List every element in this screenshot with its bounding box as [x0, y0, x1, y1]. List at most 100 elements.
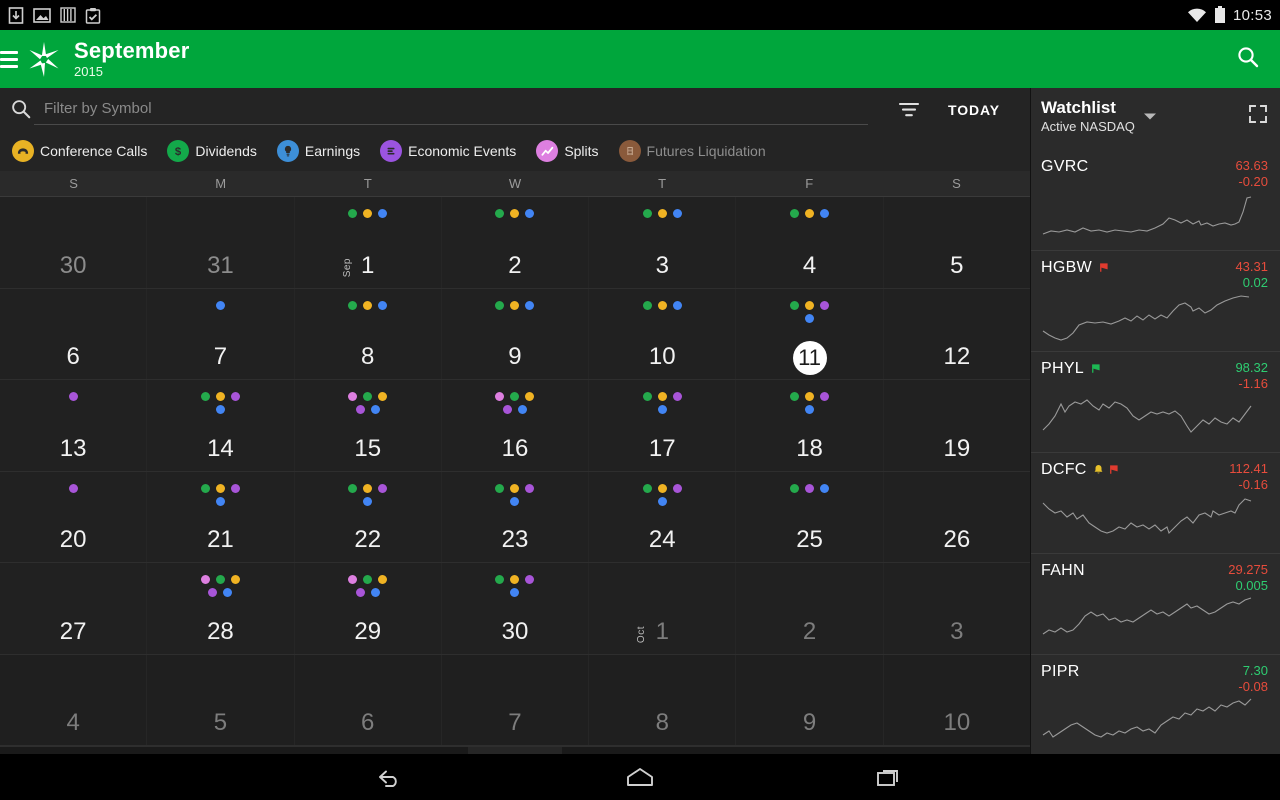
calendar-day-cell[interactable]: 30 [440, 563, 588, 654]
search-icon[interactable] [1236, 45, 1260, 74]
fullscreen-icon[interactable] [1248, 104, 1268, 129]
filter-sort-icon[interactable] [886, 101, 932, 119]
calendar-day-cell[interactable]: 23 [440, 471, 588, 562]
calendar-day-cell[interactable]: 6 [0, 289, 146, 380]
calendar-day-cell[interactable]: 31 [146, 197, 293, 288]
legend-label: Dividends [195, 143, 257, 159]
event-dot [510, 392, 520, 401]
home-icon[interactable] [615, 759, 665, 795]
day-number: 11 [736, 337, 882, 375]
legend-item-conference-calls[interactable]: Conference Calls [12, 140, 147, 162]
day-event-dots [295, 209, 441, 218]
legend-item-earnings[interactable]: Earnings [276, 140, 360, 162]
calendar-day-cell[interactable]: Oct 1 [588, 563, 735, 654]
watchlist-item[interactable]: FAHN 29.275 0.005 [1031, 554, 1280, 655]
calendar-day-cell[interactable]: 14 [146, 380, 293, 471]
calendar-day-cell[interactable]: 13 [0, 380, 146, 471]
legend-item-splits[interactable]: Splits [536, 140, 599, 162]
event-dot [363, 300, 373, 310]
day-number: 1 [655, 617, 669, 645]
calendar-day-cell[interactable]: 20 [0, 472, 146, 563]
calendar-day-cell[interactable]: 2 [440, 197, 588, 288]
watchlist-item[interactable]: GVRC 63.63 -0.20 [1031, 150, 1280, 251]
recents-icon[interactable] [865, 759, 915, 795]
calendar-day-cell[interactable]: 10 [882, 654, 1030, 745]
event-dot [657, 405, 667, 414]
calendar-day-cell[interactable]: 15 [293, 380, 441, 471]
calendar-day-cell[interactable]: 3 [588, 197, 735, 288]
calendar-day-cell[interactable]: 7 [146, 288, 293, 379]
calendar-day-cell[interactable]: 5 [146, 654, 293, 745]
day-number: 2 [508, 251, 522, 279]
calendar-day-cell[interactable]: 2 [735, 563, 882, 654]
chevron-down-icon[interactable] [1143, 108, 1157, 126]
filter-toolbar: TODAY [0, 88, 1030, 131]
watchlist-item[interactable]: PHYL 98.32 -1.16 [1031, 352, 1280, 453]
calendar-day-cell[interactable]: 22 [293, 471, 441, 562]
watchlist-last-price: 112.41 [1229, 461, 1268, 476]
watchlist-item[interactable]: DCFC 112.41 -0.16 [1031, 453, 1280, 554]
calendar-day-cell[interactable]: 21 [146, 471, 293, 562]
today-button[interactable]: TODAY [932, 102, 1030, 118]
weekday-label: T [658, 176, 667, 191]
day-number: 5 [950, 251, 964, 279]
event-dot [805, 300, 815, 310]
calendar-day-cell[interactable]: Sep 1 [293, 197, 441, 288]
day-event-dots [442, 300, 588, 310]
calendar-day-cell[interactable]: 25 [735, 471, 882, 562]
event-dot [820, 392, 830, 401]
calendar-day-cell[interactable]: 8 [588, 654, 735, 745]
calendar-day-cell[interactable]: 4 [735, 197, 882, 288]
calendar-day-cell[interactable]: 28 [146, 563, 293, 654]
calendar-day-cell[interactable]: 9 [735, 654, 882, 745]
hamburger-menu-icon[interactable] [0, 50, 18, 68]
search-icon[interactable] [10, 98, 34, 122]
day-event-dots [0, 392, 146, 401]
watchlist-item[interactable]: HGBW 43.31 0.02 [1031, 251, 1280, 352]
watchlist-items[interactable]: GVRC 63.63 -0.20 HGBW 43.31 0.02 PHYL 98.32 -1.1… [1031, 150, 1280, 800]
watchlist-sparkline [1042, 295, 1250, 341]
calendar-day-cell[interactable]: 5 [882, 197, 1030, 288]
back-icon[interactable] [365, 759, 415, 795]
search-input[interactable] [34, 94, 868, 125]
flag-icon [1092, 364, 1100, 373]
calendar-day-cell[interactable]: 29 [293, 563, 441, 654]
calendar-day-cell[interactable]: 26 [882, 471, 1030, 562]
calendar-day-cell[interactable]: 9 [440, 288, 588, 379]
event-dot [525, 209, 535, 218]
calendar-day-cell[interactable]: 12 [882, 288, 1030, 379]
calendar-day-cell[interactable]: 17 [588, 380, 735, 471]
calendar-day-cell[interactable]: 3 [882, 563, 1030, 654]
calendar-grid: 30 31 Sep 1 2 3 4 5 6 7 8 9 10 11 12 13 14 15 16 17 18 19 20 21… [0, 197, 1030, 746]
calendar-day-cell[interactable]: 16 [440, 380, 588, 471]
calendar-day-cell[interactable]: 4 [0, 655, 146, 746]
calendar-day-cell[interactable]: 27 [0, 563, 146, 654]
day-event-dots [147, 392, 293, 414]
calendar-day-cell[interactable]: 18 [735, 380, 882, 471]
watchlist-item-header: DCFC 112.41 -0.16 [1041, 461, 1268, 494]
watchlist-item-header: FAHN 29.275 0.005 [1041, 562, 1268, 595]
legend-item-dividends[interactable]: $ Dividends [167, 140, 257, 162]
calendar-day-cell[interactable]: 24 [588, 471, 735, 562]
calendar-day-cell[interactable]: 6 [293, 654, 441, 745]
day-event-dots [442, 209, 588, 218]
event-dot [363, 209, 373, 218]
legend-item-economic-events[interactable]: Economic Events [380, 140, 516, 162]
event-dot [820, 483, 830, 493]
watchlist-item-header: PHYL 98.32 -1.16 [1041, 360, 1268, 393]
calendar-day-cell[interactable]: 19 [882, 380, 1030, 471]
starburst-logo-icon [24, 39, 64, 79]
watchlist-item[interactable]: PIPR 7.30 -0.08 [1031, 655, 1280, 756]
day-event-dots [147, 300, 293, 310]
calendar-day-cell[interactable]: 30 [0, 197, 146, 288]
event-dot [510, 496, 520, 506]
event-dot-row [355, 588, 380, 597]
legend-item-futures-liquidation[interactable]: Futures Liquidation [618, 140, 766, 162]
watchlist-flags [1090, 363, 1101, 374]
event-dot [672, 209, 682, 218]
calendar-day-cell[interactable]: 7 [440, 654, 588, 745]
event-dot [68, 392, 78, 401]
calendar-day-cell[interactable]: 8 [293, 288, 441, 379]
calendar-day-cell[interactable]: 11 [735, 288, 882, 379]
calendar-day-cell[interactable]: 10 [588, 288, 735, 379]
